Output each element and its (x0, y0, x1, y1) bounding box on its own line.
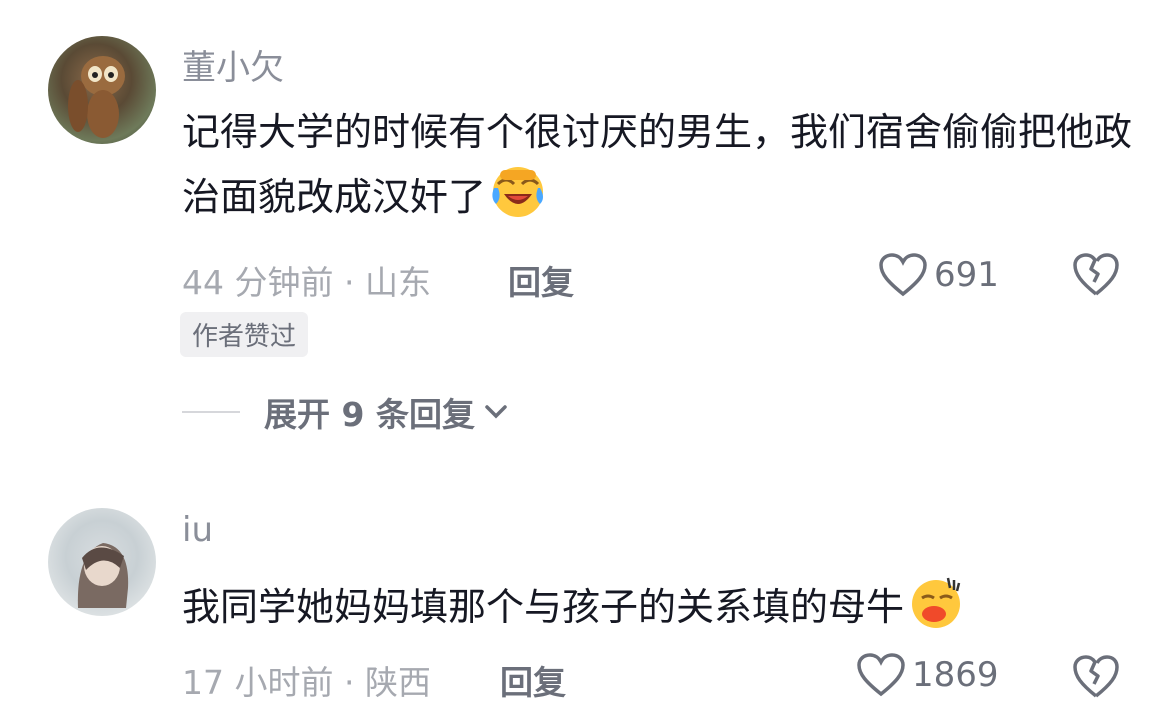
username[interactable]: iu (182, 510, 213, 550)
meta-separator: · (343, 263, 355, 302)
comment-meta: 17 小时前 · 陕西 (182, 656, 431, 704)
reply-button[interactable]: 回复 (508, 256, 574, 304)
comment-time: 44 分钟前 (182, 263, 334, 302)
comment-meta: 44 分钟前 · 山东 (182, 256, 431, 304)
divider (182, 411, 240, 413)
reply-button[interactable]: 回复 (500, 656, 566, 704)
comment-location: 山东 (364, 263, 431, 302)
broken-heart-icon (1073, 655, 1119, 698)
dislike-button[interactable] (1072, 654, 1120, 704)
like-button[interactable]: 691 (878, 252, 999, 298)
comment-text-content: 记得大学的时候有个很讨厌的男生，我们宿舍偷偷把他政治面貌改成汉奸了 (182, 110, 1133, 219)
heart-icon (879, 253, 927, 297)
meta-separator: · (343, 663, 355, 702)
comment-text-content: 我同学她妈妈填那个与孩子的关系填的母牛 (182, 585, 905, 629)
heart-icon (857, 653, 905, 697)
kissing-face-icon (908, 574, 964, 630)
like-count: 1869 (912, 655, 999, 695)
comment-text: 记得大学的时候有个很讨厌的男生，我们宿舍偷偷把他政治面貌改成汉奸了 (182, 100, 1142, 229)
author-liked-badge: 作者赞过 (180, 312, 309, 357)
avatar[interactable] (48, 36, 156, 144)
expand-replies-label: 展开 9 条回复 (264, 395, 475, 434)
like-count: 691 (934, 255, 999, 295)
expand-replies-button[interactable]: 展开 9 条回复 (182, 388, 509, 436)
comment-text: 我同学她妈妈填那个与孩子的关系填的母牛 (182, 574, 1142, 639)
broken-heart-icon (1073, 253, 1119, 296)
chevron-down-icon (485, 405, 507, 419)
username[interactable]: 董小欠 (182, 40, 284, 89)
like-button[interactable]: 1869 (856, 652, 999, 698)
comment-location: 陕西 (364, 663, 431, 702)
crying-laughing-face-icon (490, 164, 546, 220)
dislike-button[interactable] (1072, 252, 1120, 302)
avatar[interactable] (48, 508, 156, 616)
comment-time: 17 小时前 (182, 663, 334, 702)
